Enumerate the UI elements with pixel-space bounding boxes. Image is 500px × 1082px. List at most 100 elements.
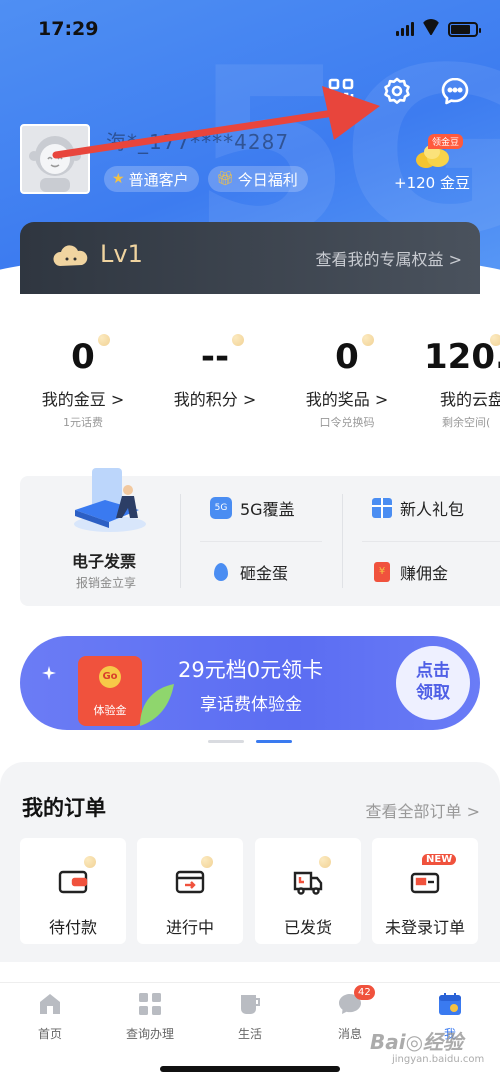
service-label: 砸金蛋 bbox=[240, 564, 289, 583]
gift-icon: 🎁︎ bbox=[216, 171, 234, 187]
stat-sub: 1元话费 bbox=[63, 416, 103, 429]
banner-pager-dot bbox=[208, 740, 244, 743]
user-avatar[interactable] bbox=[20, 124, 90, 194]
promo-banner[interactable]: Go 体验金 29元档0元领卡 享话费体验金 点击 领取 bbox=[20, 636, 480, 730]
egg-icon bbox=[214, 563, 228, 581]
stat-sub: 剩余空间( bbox=[442, 416, 491, 429]
status-bar: 17:29 bbox=[0, 0, 500, 58]
view-all-orders-link[interactable]: 查看全部订单 > bbox=[366, 798, 481, 822]
card-icon bbox=[410, 872, 440, 894]
grid-icon bbox=[139, 993, 161, 1015]
username: 海*_177****4287 bbox=[106, 130, 290, 154]
order-label: 未登录订单 bbox=[384, 918, 465, 937]
leaf-icon bbox=[140, 684, 174, 726]
invoice-title: 电子发票 bbox=[72, 552, 137, 571]
qrcode-icon[interactable] bbox=[324, 74, 358, 108]
stat-gold-beans[interactable]: 0 我的金豆 > 1元话费 bbox=[28, 334, 138, 430]
divider bbox=[200, 541, 322, 542]
sparkle-dot bbox=[84, 856, 96, 868]
baidu-watermark: Bai◎经验 bbox=[370, 1030, 464, 1054]
customer-level-label: 普通客户 bbox=[128, 170, 189, 189]
invoice-subtitle: 报销金立享 bbox=[76, 576, 137, 590]
stat-sub: 口令兑换码 bbox=[319, 416, 375, 429]
message-bubble-icon[interactable] bbox=[438, 74, 472, 108]
banner-title: 29元档0元领卡 bbox=[178, 658, 324, 682]
order-pending-payment[interactable]: 待付款 bbox=[20, 838, 126, 944]
stat-value: -- bbox=[200, 337, 230, 377]
sparkle-dot bbox=[362, 334, 374, 346]
box-transfer-icon bbox=[175, 870, 205, 894]
level-label: Lv1 bbox=[100, 240, 143, 268]
member-level-bar[interactable]: Lv1 查看我的专属权益 > bbox=[20, 222, 480, 294]
stat-label: 我的云盘 bbox=[440, 390, 500, 409]
earn-commission-item[interactable]: ¥ 赚佣金 bbox=[372, 560, 448, 584]
stat-points[interactable]: -- 我的积分 > bbox=[160, 334, 270, 414]
services-panel: 电子发票 报销金立享 5G 5G覆盖 新人礼包 砸金蛋 ¥ 赚佣金 bbox=[20, 468, 500, 606]
cloud-level-icon bbox=[53, 245, 88, 266]
status-time: 17:29 bbox=[38, 18, 99, 40]
5g-coverage-item[interactable]: 5G 5G覆盖 bbox=[210, 496, 295, 520]
wallet-icon bbox=[58, 870, 88, 894]
sparkle-dot bbox=[319, 856, 331, 868]
order-label: 待付款 bbox=[48, 918, 97, 937]
order-not-logged-in[interactable]: NEW 未登录订单 bbox=[372, 838, 478, 944]
settings-gear-icon[interactable] bbox=[380, 74, 414, 108]
stat-cloud-storage[interactable]: 120.0 我的云盘 剩余空间( bbox=[424, 334, 500, 430]
signal-icon bbox=[396, 22, 414, 36]
invoice-illustration-icon bbox=[74, 468, 146, 532]
gift-box-icon bbox=[372, 498, 392, 518]
claim-button[interactable]: 点击 领取 bbox=[396, 646, 470, 720]
packet-label: 体验金 bbox=[93, 704, 127, 717]
claim-line2: 领取 bbox=[416, 683, 450, 703]
stat-label: 我的积分 > bbox=[173, 390, 257, 409]
service-label: 新人礼包 bbox=[400, 500, 465, 519]
sparkle-dot bbox=[490, 334, 500, 346]
banner-subtitle: 享话费体验金 bbox=[200, 695, 302, 715]
stat-label: 我的金豆 > bbox=[41, 390, 125, 409]
delivery-truck-icon bbox=[293, 871, 323, 895]
divider bbox=[342, 494, 343, 588]
tab-label: 首页 bbox=[37, 1027, 62, 1041]
gold-amount: +120 金豆 bbox=[394, 174, 470, 192]
sparkle-dot bbox=[98, 334, 110, 346]
divider bbox=[362, 541, 500, 542]
smash-egg-item[interactable]: 砸金蛋 bbox=[210, 560, 288, 584]
battery-icon bbox=[448, 22, 481, 37]
cup-icon bbox=[241, 995, 260, 1014]
sparkle-dot bbox=[232, 334, 244, 346]
view-privileges-link[interactable]: 查看我的专属权益 > bbox=[316, 246, 463, 270]
sparkle-dot bbox=[201, 856, 213, 868]
stat-value: 0 bbox=[335, 337, 359, 377]
star-icon: ★ bbox=[112, 171, 125, 187]
wifi-icon bbox=[422, 19, 440, 35]
customer-level-badge[interactable]: ★ 普通客户 bbox=[104, 166, 199, 192]
order-shipped[interactable]: 已发货 bbox=[255, 838, 361, 944]
daily-welfare-badge[interactable]: 🎁︎ 今日福利 bbox=[208, 166, 308, 192]
5g-signal-icon: 5G bbox=[210, 497, 232, 519]
home-indicator bbox=[160, 1066, 340, 1072]
calendar-user-icon bbox=[439, 993, 461, 1015]
order-in-progress[interactable]: 进行中 bbox=[137, 838, 243, 944]
service-label: 5G覆盖 bbox=[240, 500, 295, 519]
divider bbox=[180, 494, 181, 588]
tab-query[interactable]: 查询办理 bbox=[110, 991, 190, 1042]
invoice-tile[interactable]: 电子发票 报销金立享 bbox=[20, 468, 180, 606]
message-count-badge: 42 bbox=[354, 985, 375, 1000]
service-label: 赚佣金 bbox=[400, 564, 449, 583]
order-label: 已发货 bbox=[283, 918, 332, 937]
stat-label: 我的奖品 > bbox=[305, 390, 389, 409]
banner-pager-dot-active bbox=[256, 740, 292, 743]
baidu-watermark-url: jingyan.baidu.com bbox=[392, 1054, 485, 1065]
gold-bean-reward[interactable]: 领金豆 +120 金豆 bbox=[392, 130, 472, 194]
new-user-gift-item[interactable]: 新人礼包 bbox=[372, 496, 464, 520]
red-packet-icon: Go 体验金 bbox=[78, 656, 142, 726]
claim-line1: 点击 bbox=[416, 661, 450, 681]
tab-label: 生活 bbox=[237, 1027, 262, 1041]
new-badge: NEW bbox=[422, 854, 457, 865]
stat-prizes[interactable]: 0 我的奖品 > 口令兑换码 bbox=[292, 334, 402, 430]
tab-life[interactable]: 生活 bbox=[210, 991, 290, 1042]
daily-welfare-label: 今日福利 bbox=[237, 170, 298, 189]
orders-title: 我的订单 bbox=[22, 796, 106, 820]
sparkle-icon bbox=[42, 666, 56, 680]
tab-home[interactable]: 首页 bbox=[10, 991, 90, 1042]
